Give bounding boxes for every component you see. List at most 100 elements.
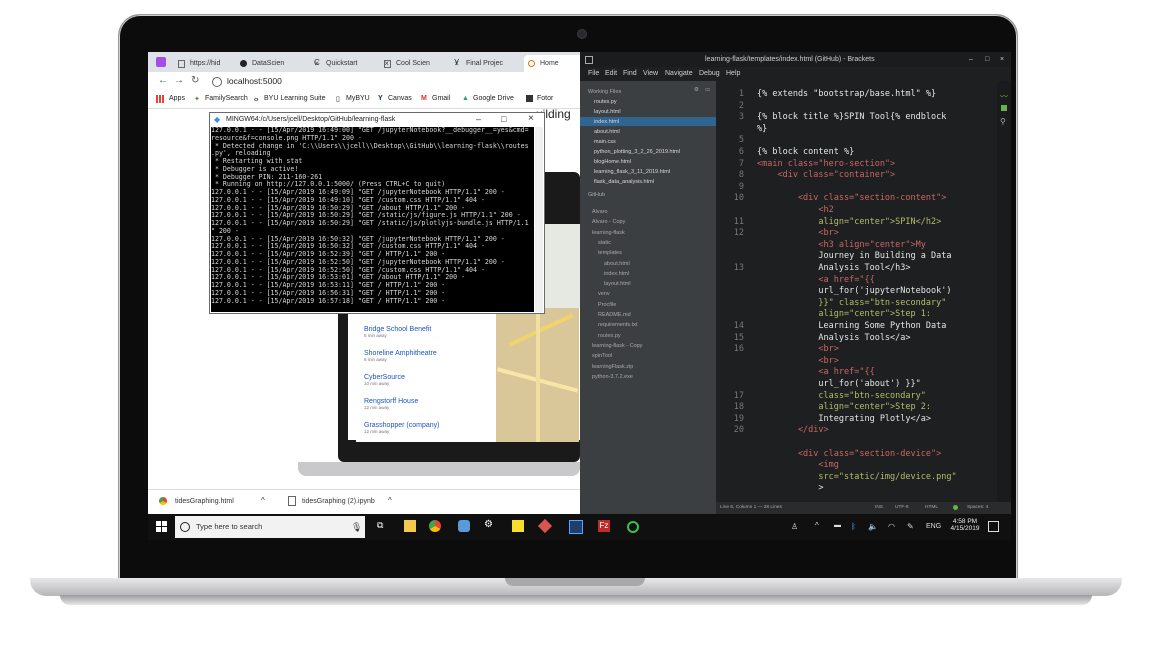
- code-line[interactable]: {% block content %}: [757, 147, 854, 157]
- language-indicator[interactable]: ENG: [926, 523, 941, 530]
- brackets-taskbar-icon[interactable]: [569, 520, 583, 534]
- search-input[interactable]: Type here to search: [196, 516, 262, 538]
- menu-debug[interactable]: Debug: [699, 70, 720, 77]
- code-line[interactable]: >: [757, 483, 823, 493]
- sticky-notes-icon[interactable]: [512, 520, 524, 532]
- code-editor[interactable]: 1 2 3 5 6 7 8 9 10 11 12 13 14 15 16 17 18 19 20 {% extend…: [716, 81, 1011, 514]
- code-line[interactable]: <br>: [757, 228, 838, 238]
- git-icon[interactable]: [537, 518, 553, 534]
- working-file-item[interactable]: blogHome.html: [594, 159, 631, 165]
- chevron-up-icon[interactable]: ^: [388, 496, 392, 505]
- taskbar-search[interactable]: Type here to search 🎙: [175, 516, 365, 538]
- project-label[interactable]: GitHub: [588, 192, 605, 198]
- working-file-item[interactable]: python_plotting_3_2_26_2019.html: [594, 149, 680, 155]
- code-line[interactable]: url_for('jupyterNotebook'): [757, 286, 951, 296]
- app-icon[interactable]: [156, 57, 166, 67]
- list-item[interactable]: Grasshopper (company) 12 min away: [364, 422, 439, 434]
- bookmark-item[interactable]: Gmail: [432, 95, 450, 102]
- minimize-button[interactable]: –: [476, 114, 481, 124]
- bluetooth-icon[interactable]: ᛒ: [851, 522, 856, 531]
- bookmark-item[interactable]: MyBYU: [346, 95, 370, 102]
- notifications-icon[interactable]: [988, 521, 999, 532]
- menu-find[interactable]: Find: [623, 70, 637, 77]
- menu-file[interactable]: File: [588, 70, 599, 77]
- working-file-item[interactable]: layout.html: [594, 109, 621, 115]
- close-button[interactable]: ×: [1000, 52, 1004, 67]
- language-select[interactable]: HTML: [925, 505, 938, 510]
- working-file-item[interactable]: main.css: [594, 139, 616, 145]
- project-tree-item[interactable]: routes.py: [598, 333, 621, 339]
- task-view-icon[interactable]: ⧉: [377, 520, 389, 532]
- paint-icon[interactable]: [458, 520, 470, 532]
- search-icon[interactable]: ⚲: [1000, 117, 1006, 126]
- download-item[interactable]: tidesGraphing.html: [175, 498, 234, 505]
- pen-icon[interactable]: ✎: [907, 522, 914, 531]
- close-button[interactable]: ×: [528, 113, 534, 124]
- list-item[interactable]: Rengstorff House 12 min away: [364, 398, 418, 410]
- working-file-item[interactable]: routes.py: [594, 99, 617, 105]
- extension-icon[interactable]: [1001, 105, 1007, 111]
- project-tree-item[interactable]: Alvaro - Copy: [592, 219, 625, 225]
- project-tree-item[interactable]: requirements.txt: [598, 322, 637, 328]
- reload-icon[interactable]: ↻: [191, 75, 199, 86]
- project-tree-item[interactable]: README.md: [598, 312, 631, 318]
- encoding-select[interactable]: UTF-8: [895, 505, 909, 510]
- code-line[interactable]: align="center">Step 2:: [757, 402, 931, 412]
- address-input[interactable]: localhost:5000: [227, 76, 282, 86]
- code-line[interactable]: <br>: [757, 344, 838, 354]
- file-explorer-icon[interactable]: [404, 520, 416, 532]
- menu-help[interactable]: Help: [726, 70, 740, 77]
- code-line[interactable]: url_for('about') }}": [757, 379, 920, 389]
- ins-indicator[interactable]: INS: [875, 505, 883, 510]
- code-line[interactable]: Analysis Tool</h3>: [757, 263, 910, 273]
- code-line[interactable]: Journey in Building a Data: [757, 251, 951, 261]
- working-file-item[interactable]: learning_flask_3_11_2019.html: [594, 169, 670, 175]
- code-line[interactable]: }}" class="btn-secondary": [757, 298, 946, 308]
- code-line[interactable]: <h2: [757, 205, 833, 215]
- project-tree-item[interactable]: python-3.7.2.exe: [592, 374, 633, 380]
- bookmark-item[interactable]: Google Drive: [473, 95, 514, 102]
- bookmark-item[interactable]: Canvas: [388, 95, 412, 102]
- code-line[interactable]: <br>: [757, 356, 838, 366]
- code-line[interactable]: %}: [757, 124, 767, 134]
- live-preview-icon[interactable]: 〰: [1000, 91, 1008, 102]
- volume-icon[interactable]: 🔈: [868, 522, 878, 531]
- code-line[interactable]: <main class="hero-section">: [757, 159, 895, 169]
- maximize-button[interactable]: □: [985, 52, 989, 67]
- wifi-icon[interactable]: ◠: [888, 522, 895, 531]
- working-file-item[interactable]: flask_data_analysis.html: [594, 179, 654, 185]
- forward-icon[interactable]: →: [174, 75, 184, 86]
- code-line[interactable]: <img: [757, 460, 838, 470]
- chevron-up-icon[interactable]: ^: [815, 521, 819, 530]
- code-line[interactable]: Learning Some Python Data: [757, 321, 946, 331]
- code-line[interactable]: class="btn-secondary": [757, 391, 925, 401]
- bookmark-item[interactable]: Apps: [169, 95, 185, 102]
- terminal-output[interactable]: 127.0.0.1 - - [15/Apr/2019 16:49:00] "GE…: [211, 127, 534, 312]
- code-line[interactable]: <div class="section-device">: [757, 449, 941, 459]
- code-line[interactable]: {% extends "bootstrap/base.html" %}: [757, 89, 936, 99]
- code-line[interactable]: Analysis Tools</a>: [757, 333, 910, 343]
- menu-navigate[interactable]: Navigate: [665, 70, 693, 77]
- info-icon[interactable]: [212, 77, 222, 87]
- project-tree-item[interactable]: index.html: [604, 271, 629, 277]
- project-tree-item[interactable]: layout.html: [604, 281, 631, 287]
- back-icon[interactable]: ←: [158, 75, 168, 86]
- microphone-icon[interactable]: 🎙: [351, 516, 362, 538]
- project-tree-item[interactable]: learning-flask: [592, 230, 625, 236]
- working-file-item[interactable]: index.html: [594, 119, 619, 125]
- clock[interactable]: 4:58 PM 4/15/2019: [949, 518, 981, 532]
- indent-select[interactable]: Spaces: 4: [967, 505, 988, 510]
- app-icon[interactable]: [627, 521, 639, 533]
- windows-start-icon[interactable]: [156, 521, 167, 532]
- project-tree-item[interactable]: learningFlask.zip: [592, 364, 633, 370]
- code-line[interactable]: <a href="{{: [757, 275, 874, 285]
- download-item[interactable]: tidesGraphing (2).ipynb: [302, 498, 375, 505]
- project-tree-item[interactable]: Procfile: [598, 302, 616, 308]
- list-item[interactable]: CyberSource 10 min away: [364, 374, 405, 386]
- gear-icon[interactable]: ⚙: [484, 519, 496, 531]
- project-tree-item[interactable]: about.html: [604, 261, 630, 267]
- minimize-button[interactable]: –: [969, 52, 973, 67]
- gear-icon[interactable]: ⚙: [694, 87, 699, 93]
- code-line[interactable]: align="center">Step 1:: [757, 309, 931, 319]
- terminal-window[interactable]: ◆ MINGW64:/c/Users/jcell/Desktop/GitHub/…: [209, 112, 545, 314]
